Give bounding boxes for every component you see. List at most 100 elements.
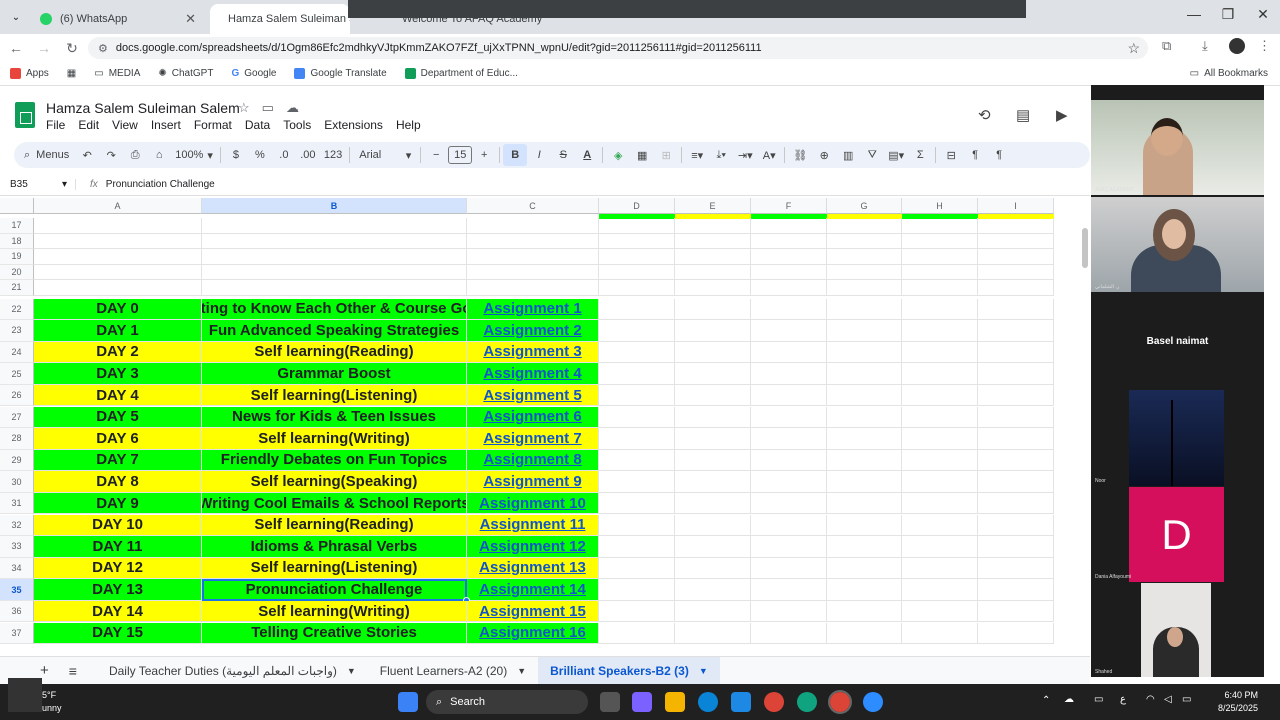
forward-icon[interactable]: →: [32, 40, 56, 56]
topic-cell[interactable]: Telling Creative Stories: [202, 622, 467, 645]
empty-cell[interactable]: [751, 363, 827, 385]
menu-format[interactable]: Format: [194, 118, 232, 132]
assignment-link-cell-text[interactable]: Assignment 6: [483, 408, 581, 425]
column-header-a[interactable]: A: [34, 198, 202, 214]
topic-cell[interactable]: Getting to Know Each Other & Course Goal…: [202, 298, 467, 321]
empty-cell[interactable]: [202, 264, 467, 280]
empty-cell[interactable]: [978, 514, 1054, 537]
language-icon[interactable]: ع: [1120, 694, 1126, 705]
day-cell[interactable]: DAY 3: [34, 363, 202, 385]
menu-tools[interactable]: Tools: [283, 118, 311, 132]
currency-button[interactable]: $: [224, 144, 248, 166]
empty-cell[interactable]: [978, 341, 1054, 364]
profile-avatar[interactable]: [1229, 38, 1245, 54]
empty-cell[interactable]: [34, 218, 202, 234]
column-header-i[interactable]: I: [978, 198, 1054, 214]
assignment-link-cell[interactable]: Assignment 9: [467, 471, 599, 493]
spreadsheet-grid[interactable]: ABCDEFGHI 1718192021 22 DAY 0 Getting to Kno…: [0, 198, 1090, 648]
bookmark-education[interactable]: Department of Educ...: [404, 68, 518, 79]
all-bookmarks[interactable]: ▭ All Bookmarks: [1190, 68, 1268, 79]
bookmark-apps[interactable]: Apps: [10, 68, 49, 79]
assignment-link-cell-text[interactable]: Assignment 4: [483, 365, 581, 382]
empty-cell[interactable]: [978, 384, 1054, 407]
freeze-icon[interactable]: ⊟: [939, 144, 963, 166]
empty-cell[interactable]: [675, 363, 751, 385]
empty-cell[interactable]: [978, 557, 1054, 580]
empty-cell[interactable]: [675, 233, 751, 249]
empty-cell[interactable]: [599, 449, 675, 472]
topic-cell[interactable]: Self learning(Writing): [202, 600, 467, 623]
day-cell[interactable]: DAY 8: [34, 471, 202, 493]
empty-cell[interactable]: [902, 622, 978, 645]
day-cell[interactable]: DAY 7: [34, 449, 202, 472]
menu-edit[interactable]: Edit: [78, 118, 99, 132]
empty-cell[interactable]: [675, 298, 751, 321]
star-icon[interactable]: ☆: [238, 100, 250, 116]
empty-cell[interactable]: [202, 218, 467, 234]
empty-cell[interactable]: [827, 622, 902, 645]
empty-cell[interactable]: [599, 471, 675, 493]
row-header-25[interactable]: 25: [0, 363, 34, 385]
empty-cell[interactable]: [902, 341, 978, 364]
tray-app-icon[interactable]: ▭: [1094, 694, 1103, 705]
empty-cell[interactable]: [978, 280, 1054, 296]
empty-cell[interactable]: [599, 264, 675, 280]
assignment-link-cell-text[interactable]: Assignment 3: [483, 343, 581, 360]
assignment-link-cell[interactable]: Assignment 6: [467, 406, 599, 429]
empty-cell[interactable]: [751, 264, 827, 280]
menu-extensions[interactable]: Extensions: [324, 118, 383, 132]
empty-cell[interactable]: [599, 384, 675, 407]
empty-cell[interactable]: [751, 298, 827, 321]
assignment-link-cell[interactable]: Assignment 5: [467, 384, 599, 407]
empty-cell[interactable]: [599, 249, 675, 265]
insert-chart-icon[interactable]: ▥: [836, 144, 860, 166]
filter-views-icon[interactable]: ▤▾: [884, 144, 908, 166]
url-omnibox[interactable]: ⚙ docs.google.com/spreadsheets/d/1Ogm86E…: [88, 37, 1148, 59]
assignment-link-cell-text[interactable]: Assignment 8: [483, 451, 581, 468]
topic-cell[interactable]: Idioms & Phrasal Verbs: [202, 536, 467, 558]
day-cell[interactable]: DAY 10: [34, 514, 202, 537]
empty-cell[interactable]: [751, 622, 827, 645]
empty-cell[interactable]: [751, 514, 827, 537]
empty-cell[interactable]: [599, 406, 675, 429]
row-header-22[interactable]: 22: [0, 298, 34, 321]
zoom-select[interactable]: 100% ▾: [171, 144, 217, 166]
empty-cell[interactable]: [902, 579, 978, 601]
empty-cell[interactable]: [751, 449, 827, 472]
bookmark-translate[interactable]: Google Translate: [294, 68, 387, 79]
empty-cell[interactable]: [599, 341, 675, 364]
topic-cell[interactable]: Self learning(Listening): [202, 557, 467, 580]
empty-cell[interactable]: [751, 579, 827, 601]
browser-menu-icon[interactable]: ⋮: [1258, 38, 1271, 54]
print-icon[interactable]: ⎙: [123, 144, 147, 166]
empty-cell[interactable]: [902, 449, 978, 472]
empty-cell[interactable]: [675, 557, 751, 580]
empty-cell[interactable]: [902, 600, 978, 623]
empty-cell[interactable]: [827, 320, 902, 342]
empty-cell[interactable]: [599, 218, 675, 234]
empty-cell[interactable]: [827, 341, 902, 364]
vertical-align-icon[interactable]: ⤓▾: [709, 144, 733, 166]
comments-icon[interactable]: ▤: [1016, 106, 1030, 124]
move-folder-icon[interactable]: ▭: [262, 100, 274, 116]
empty-cell[interactable]: [467, 280, 599, 296]
fill-color-icon[interactable]: ◈: [606, 144, 630, 166]
empty-cell[interactable]: [827, 514, 902, 537]
row-header-20[interactable]: 20: [0, 264, 34, 280]
video-tile-basel[interactable]: Basel naimat: [1091, 294, 1264, 389]
taskbar-search[interactable]: ⌕ Search: [426, 690, 588, 714]
empty-cell[interactable]: [599, 280, 675, 296]
empty-cell[interactable]: [751, 471, 827, 493]
empty-cell[interactable]: [902, 471, 978, 493]
empty-cell[interactable]: [675, 622, 751, 645]
bookmark-star-icon[interactable]: ☆: [1127, 40, 1140, 57]
sheet-tab-brilliant-speakers[interactable]: Brilliant Speakers-B2 (3) ▼: [538, 656, 720, 685]
increase-decimal-button[interactable]: .00: [296, 144, 320, 166]
day-cell[interactable]: DAY 14: [34, 600, 202, 623]
empty-cell[interactable]: [751, 406, 827, 429]
empty-cell[interactable]: [978, 471, 1054, 493]
empty-cell[interactable]: [978, 428, 1054, 450]
empty-cell[interactable]: [827, 233, 902, 249]
menu-help[interactable]: Help: [396, 118, 421, 132]
browser-tab-whatsapp[interactable]: (6) WhatsApp ✕: [30, 4, 206, 34]
